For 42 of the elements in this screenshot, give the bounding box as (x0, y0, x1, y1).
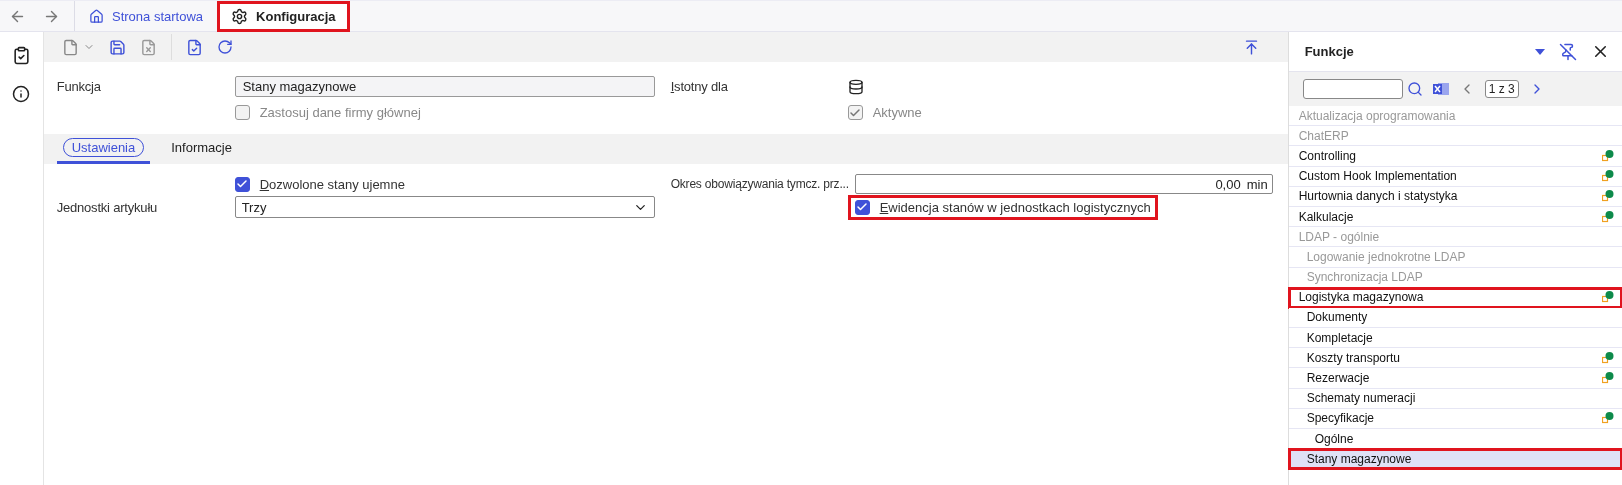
field-label: Istotny dla (670, 79, 729, 94)
search-field[interactable] (1302, 79, 1403, 99)
home-icon (89, 8, 104, 24)
status-icon (1602, 291, 1614, 304)
checkbox-row[interactable]: Ewidencja stanów w jednostkach logistycznych (850, 197, 1155, 217)
clipboard-icon[interactable] (11, 46, 31, 65)
caret-icon[interactable] (1535, 48, 1545, 55)
validate-icon[interactable] (185, 38, 203, 56)
tab[interactable]: Informacje (156, 134, 247, 164)
units-dropdown[interactable]: Trzy (234, 196, 655, 218)
unpin-icon[interactable] (1559, 42, 1577, 61)
check-icon (856, 201, 869, 213)
nav-tab[interactable]: Strona startowa (75, 0, 218, 32)
database-icon (847, 78, 864, 95)
status-icon (1602, 351, 1614, 364)
field-label: Jednostki artykułu (56, 199, 159, 215)
info-icon[interactable] (12, 85, 31, 103)
checkbox-row[interactable]: Dozwolone stany ujemne (230, 174, 409, 194)
function-field[interactable]: Stany magazynowe (234, 76, 655, 97)
discard-icon[interactable] (139, 38, 157, 56)
status-icon (1602, 412, 1614, 425)
field-label: Okres obowiązywania tymcz. prz... (670, 177, 850, 191)
field-label: Funkcja (56, 79, 102, 94)
tree-item[interactable]: Logistyka magazynowa (1288, 287, 1622, 308)
spreadsheet-icon[interactable] (1432, 82, 1449, 96)
refresh-icon[interactable] (216, 39, 233, 55)
status-icon (1602, 210, 1614, 223)
status-icon (1602, 372, 1614, 385)
status-icon (1602, 190, 1614, 203)
panel-title: Funkcje (1304, 44, 1355, 59)
check-icon (236, 178, 249, 190)
check-icon (849, 106, 862, 119)
new-file-icon[interactable] (61, 38, 79, 56)
period-field[interactable]: 0,00 min (854, 174, 1273, 194)
nav-tab[interactable]: Konfiguracja (217, 0, 350, 32)
tree-item[interactable]: Stany magazynowe (1288, 449, 1622, 470)
status-icon (1602, 170, 1614, 183)
gear-icon (231, 7, 249, 25)
status-icon (1602, 149, 1614, 162)
page-indicator: 1 z 3 (1484, 80, 1519, 98)
search-icon[interactable] (1406, 81, 1423, 97)
save-icon[interactable] (108, 38, 126, 56)
